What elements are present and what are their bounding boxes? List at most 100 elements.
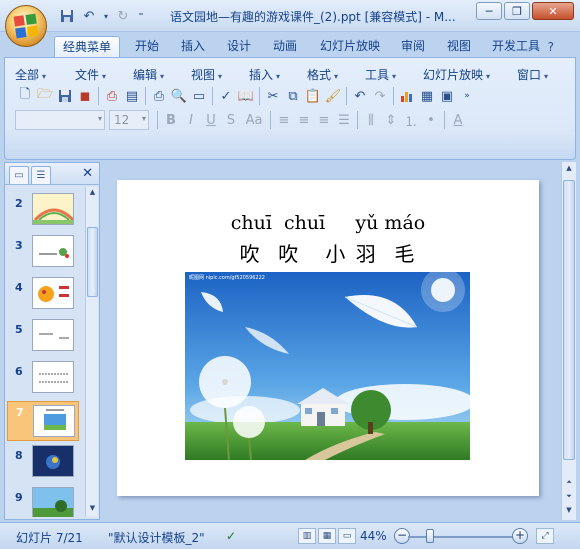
underline-icon[interactable]: U bbox=[201, 110, 221, 130]
tab-slideshow[interactable]: 幻灯片放映 bbox=[314, 36, 386, 58]
menu-edit[interactable]: 编辑 ▾ bbox=[133, 66, 164, 83]
tables-borders-icon[interactable]: ▣ bbox=[437, 86, 457, 106]
thumbnail-item[interactable]: 8 bbox=[5, 445, 87, 483]
redo-icon[interactable]: ↷ bbox=[370, 86, 390, 106]
tab-animation[interactable]: 动画 bbox=[266, 36, 304, 58]
menu-format[interactable]: 格式 ▾ bbox=[307, 66, 338, 83]
justify-icon[interactable]: ☰ bbox=[334, 110, 354, 130]
font-size-dropdown[interactable]: 12 ▾ bbox=[109, 110, 149, 130]
scroll-thumb[interactable] bbox=[563, 180, 575, 460]
undo-icon[interactable]: ↶ bbox=[80, 7, 98, 25]
save-icon[interactable] bbox=[55, 86, 75, 106]
window-controls: ─ ❐ ✕ bbox=[476, 2, 574, 20]
print-preview-icon[interactable]: ⎙ bbox=[102, 86, 122, 106]
thumbnail-item[interactable]: 6 bbox=[5, 361, 87, 399]
more-buttons-icon[interactable]: » bbox=[457, 86, 477, 106]
change-case-icon[interactable]: Aa bbox=[241, 110, 267, 130]
menu-file[interactable]: 文件 ▾ bbox=[75, 66, 106, 83]
format-painter-icon[interactable]: 🖌 bbox=[323, 86, 343, 106]
menu-insert[interactable]: 插入 ▾ bbox=[249, 66, 280, 83]
redo-icon[interactable]: ↻ bbox=[114, 7, 132, 25]
research-icon[interactable]: 📖 bbox=[236, 86, 256, 106]
tab-insert[interactable]: 插入 bbox=[174, 36, 212, 58]
text-direction-icon[interactable]: ⫼ bbox=[361, 110, 381, 130]
thumbnail-item[interactable]: 3 bbox=[5, 235, 87, 273]
thumbnail-item[interactable]: 4 bbox=[5, 277, 87, 315]
publish-icon[interactable]: ▤ bbox=[122, 86, 142, 106]
permission-icon[interactable]: ◼ bbox=[75, 86, 95, 106]
tab-home[interactable]: 开始 bbox=[128, 36, 166, 58]
office-button[interactable] bbox=[5, 5, 47, 47]
slide-picture[interactable]: 昵图网 nipic.com/gf520596222 bbox=[185, 272, 470, 460]
shadow-icon[interactable]: S bbox=[221, 110, 241, 130]
next-slide-icon[interactable]: ⏷ bbox=[563, 492, 575, 504]
paste-icon[interactable]: 📋 bbox=[303, 86, 323, 106]
numbering-icon[interactable]: ⒈ bbox=[401, 110, 421, 130]
cut-icon[interactable]: ✂ bbox=[263, 86, 283, 106]
align-right-icon[interactable]: ≡ bbox=[314, 110, 334, 130]
tab-outline[interactable]: ☰ bbox=[31, 166, 51, 184]
align-center-icon[interactable]: ≡ bbox=[294, 110, 314, 130]
previous-slide-icon[interactable]: ⏶ bbox=[563, 478, 575, 490]
spell-check-icon[interactable]: ✓ bbox=[226, 529, 236, 543]
slide-scrollbar[interactable]: ▲ ⏶ ⏷ ▼ bbox=[561, 162, 576, 520]
scroll-up-icon[interactable]: ▲ bbox=[563, 164, 575, 176]
new-document-icon[interactable]: 🗋 bbox=[15, 86, 35, 106]
insert-chart-icon[interactable] bbox=[397, 86, 417, 106]
customize-qat-icon[interactable]: ⁼ bbox=[136, 7, 146, 25]
tab-developer[interactable]: 开发工具 bbox=[486, 36, 546, 58]
restore-button[interactable]: ❐ bbox=[504, 2, 530, 20]
line-spacing-icon[interactable]: ⇕ bbox=[381, 110, 401, 130]
normal-view-icon[interactable]: ▥ bbox=[298, 528, 316, 544]
thumbnail-item[interactable]: 2 bbox=[5, 193, 87, 231]
menu-tools[interactable]: 工具 ▾ bbox=[365, 66, 396, 83]
scroll-thumb[interactable] bbox=[87, 227, 98, 297]
spelling-icon[interactable]: ✓ bbox=[216, 86, 236, 106]
zoom-level[interactable]: 44% bbox=[360, 529, 387, 543]
minimize-button[interactable]: ─ bbox=[476, 2, 502, 20]
tab-review[interactable]: 审阅 bbox=[394, 36, 432, 58]
preview-icon[interactable]: 🔍 bbox=[169, 86, 189, 106]
thumbnail-scrollbar[interactable]: ▲ ▼ bbox=[85, 187, 98, 517]
menu-all[interactable]: 全部 ▾ bbox=[15, 66, 46, 83]
zoom-slider-knob[interactable] bbox=[426, 529, 434, 543]
bold-icon[interactable]: B bbox=[161, 110, 181, 130]
close-icon[interactable]: ✕ bbox=[82, 166, 93, 181]
tab-slides[interactable]: ▭ bbox=[9, 166, 29, 184]
insert-table-icon[interactable]: ▦ bbox=[417, 86, 437, 106]
scroll-up-icon[interactable]: ▲ bbox=[87, 188, 98, 200]
zoom-in-icon[interactable]: + bbox=[512, 528, 528, 544]
menu-slideshow[interactable]: 幻灯片放映 ▾ bbox=[423, 66, 490, 83]
tab-view[interactable]: 视图 bbox=[440, 36, 478, 58]
help-icon[interactable]: ? bbox=[548, 40, 554, 54]
font-name-dropdown[interactable]: ▾ bbox=[15, 110, 105, 130]
menu-window[interactable]: 窗口 ▾ bbox=[517, 66, 548, 83]
print-icon[interactable]: ⎙ bbox=[149, 86, 169, 106]
slideshow-view-icon[interactable]: ▭ bbox=[338, 528, 356, 544]
close-button[interactable]: ✕ bbox=[532, 2, 574, 20]
fit-to-window-icon[interactable]: ⤢ bbox=[536, 528, 554, 544]
italic-icon[interactable]: I bbox=[181, 110, 201, 130]
copy-icon[interactable]: ⧉ bbox=[283, 86, 303, 106]
align-left-icon[interactable]: ≡ bbox=[274, 110, 294, 130]
save-icon[interactable] bbox=[58, 7, 76, 25]
slide-sorter-icon[interactable]: ▭ bbox=[189, 86, 209, 106]
slide-pinyin[interactable]: chuī chuī yǔ máo bbox=[117, 212, 539, 234]
tab-design[interactable]: 设计 bbox=[220, 36, 258, 58]
tab-classic-menu[interactable]: 经典菜单 bbox=[54, 36, 120, 58]
menu-view[interactable]: 视图 ▾ bbox=[191, 66, 222, 83]
scroll-down-icon[interactable]: ▼ bbox=[87, 504, 98, 516]
bullets-icon[interactable]: • bbox=[421, 110, 441, 130]
font-color-icon[interactable]: A bbox=[448, 110, 468, 130]
undo-dropdown-icon[interactable]: ▾ bbox=[102, 7, 110, 25]
zoom-slider-track[interactable] bbox=[408, 536, 518, 538]
slide-canvas[interactable]: chuī chuī yǔ máo 吹 吹 小 羽 毛 昵图网 nipic.com… bbox=[117, 180, 539, 496]
open-folder-icon[interactable]: 🗁 bbox=[35, 86, 55, 106]
thumbnail-item[interactable]: 9 bbox=[5, 487, 87, 517]
slide-sorter-view-icon[interactable]: ▦ bbox=[318, 528, 336, 544]
thumbnail-item-selected[interactable]: 7 bbox=[7, 401, 79, 441]
undo-icon[interactable]: ↶ bbox=[350, 86, 370, 106]
slide-title-hanzi[interactable]: 吹 吹 小 羽 毛 bbox=[117, 238, 539, 267]
thumbnail-item[interactable]: 5 bbox=[5, 319, 87, 357]
scroll-down-icon[interactable]: ▼ bbox=[563, 506, 575, 518]
